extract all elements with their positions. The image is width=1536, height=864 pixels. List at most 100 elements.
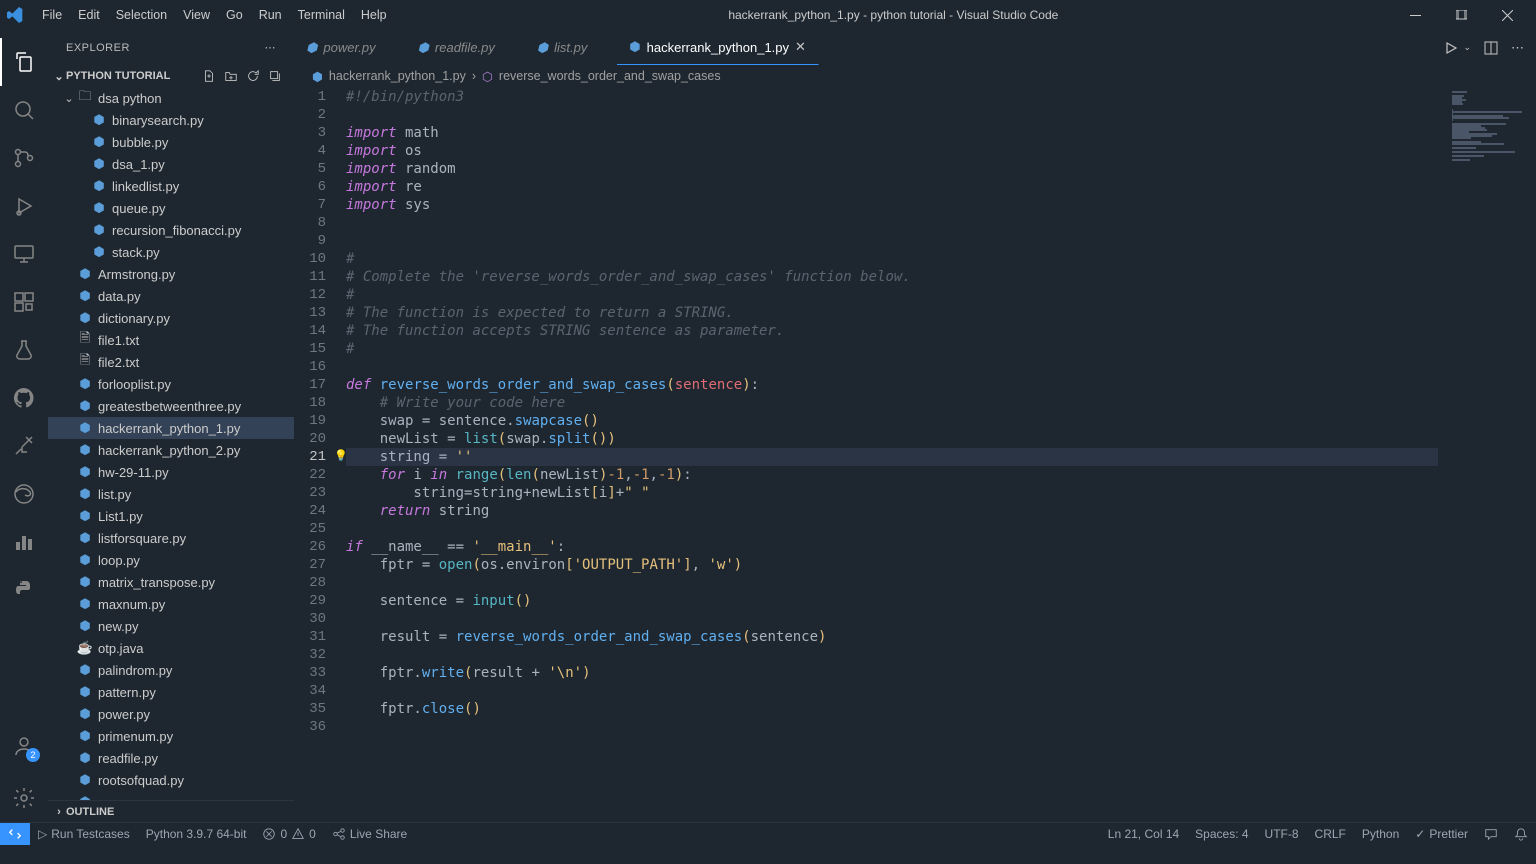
chart-icon[interactable] bbox=[0, 518, 48, 566]
feedback-icon[interactable] bbox=[1476, 827, 1506, 841]
file-item[interactable]: ⬢readfile.py bbox=[48, 747, 294, 769]
code-content[interactable]: #!/bin/python3 import mathimport osimpor… bbox=[346, 87, 1446, 822]
outline-section-header[interactable]: › OUTLINE bbox=[48, 800, 294, 822]
file-item[interactable]: ⬢loop.py bbox=[48, 549, 294, 571]
tab[interactable]: ⬢readfile.py✕ bbox=[406, 30, 525, 65]
share-icon[interactable] bbox=[0, 422, 48, 470]
file-item[interactable]: ⬢data.py bbox=[48, 285, 294, 307]
file-label: pattern.py bbox=[98, 685, 156, 700]
more-actions-icon[interactable]: ⋯ bbox=[1511, 40, 1524, 56]
file-item[interactable]: ⬢listforsquare.py bbox=[48, 527, 294, 549]
folder-section-header[interactable]: ⌄ PYTHON TUTORIAL bbox=[48, 65, 294, 87]
run-debug-icon[interactable] bbox=[0, 182, 48, 230]
menu-selection[interactable]: Selection bbox=[108, 4, 175, 26]
close-window-button[interactable] bbox=[1484, 0, 1530, 30]
tab[interactable]: ⬢list.py✕ bbox=[525, 30, 618, 65]
github-icon[interactable] bbox=[0, 374, 48, 422]
sidebar-more-icon[interactable]: ⋯ bbox=[265, 41, 277, 54]
prettier-status[interactable]: ✓ Prettier bbox=[1407, 827, 1476, 841]
notifications-icon[interactable] bbox=[1506, 827, 1536, 841]
eol[interactable]: CRLF bbox=[1307, 827, 1354, 841]
extensions-icon[interactable] bbox=[0, 278, 48, 326]
breadcrumb-file[interactable]: hackerrank_python_1.py bbox=[329, 69, 466, 83]
file-item[interactable]: ⬢primenum.py bbox=[48, 725, 294, 747]
file-item[interactable]: ⬢greatestbetweenthree.py bbox=[48, 395, 294, 417]
python-env-icon[interactable] bbox=[0, 566, 48, 614]
file-item[interactable]: ⬢hackerrank_python_1.py bbox=[48, 417, 294, 439]
menu-terminal[interactable]: Terminal bbox=[290, 4, 353, 26]
explorer-icon[interactable] bbox=[0, 38, 48, 86]
run-testcases-button[interactable]: ▷ Run Testcases bbox=[30, 827, 138, 841]
run-dropdown-icon[interactable]: ⌄ bbox=[1463, 42, 1471, 53]
encoding[interactable]: UTF-8 bbox=[1257, 827, 1307, 841]
new-file-icon[interactable] bbox=[200, 67, 218, 85]
tab-label: hackerrank_python_1.py bbox=[647, 40, 789, 55]
tab[interactable]: ⬢hackerrank_python_1.py✕ bbox=[617, 30, 819, 65]
tab[interactable]: ⬢power.py✕ bbox=[294, 30, 406, 65]
new-folder-icon[interactable] bbox=[222, 67, 240, 85]
file-item[interactable]: ⬢List1.py bbox=[48, 505, 294, 527]
editor-area: ⬢power.py✕⬢readfile.py✕⬢list.py✕⬢hackerr… bbox=[294, 30, 1536, 822]
menu-go[interactable]: Go bbox=[218, 4, 251, 26]
split-editor-icon[interactable] bbox=[1483, 40, 1499, 56]
menu-run[interactable]: Run bbox=[251, 4, 290, 26]
file-item[interactable]: ⬢list.py bbox=[48, 483, 294, 505]
maximize-button[interactable] bbox=[1438, 0, 1484, 30]
file-item[interactable]: ⬢hackerrank_python_2.py bbox=[48, 439, 294, 461]
problems-indicator[interactable]: 0 0 bbox=[254, 827, 323, 841]
file-item[interactable]: ⬢stack.py bbox=[48, 241, 294, 263]
breadcrumb-symbol[interactable]: reverse_words_order_and_swap_cases bbox=[499, 69, 721, 83]
file-item[interactable]: ⬢rootsofquad.py bbox=[48, 769, 294, 791]
refresh-icon[interactable] bbox=[244, 67, 262, 85]
file-item[interactable]: ⬢dictionary.py bbox=[48, 307, 294, 329]
file-label: hackerrank_python_2.py bbox=[98, 443, 240, 458]
settings-gear-icon[interactable] bbox=[0, 774, 48, 822]
py-file-icon: ⬢ bbox=[76, 266, 94, 282]
python-interpreter[interactable]: Python 3.9.7 64-bit bbox=[138, 827, 255, 841]
remote-indicator[interactable] bbox=[0, 823, 30, 845]
file-item[interactable]: ⬢maxnum.py bbox=[48, 593, 294, 615]
file-item[interactable]: ⬢new.py bbox=[48, 615, 294, 637]
file-item[interactable]: ⬢hw-29-11.py bbox=[48, 461, 294, 483]
file-item[interactable]: ☕otp.java bbox=[48, 637, 294, 659]
close-tab-icon[interactable]: ✕ bbox=[795, 39, 806, 55]
file-item[interactable]: ⬢queue.py bbox=[48, 197, 294, 219]
indentation[interactable]: Spaces: 4 bbox=[1187, 827, 1256, 841]
file-item[interactable]: ⬢pattern.py bbox=[48, 681, 294, 703]
file-item[interactable]: 🗎file2.txt bbox=[48, 351, 294, 373]
file-item[interactable]: ⬢dsa_1.py bbox=[48, 153, 294, 175]
breadcrumb[interactable]: ⬢ hackerrank_python_1.py › ⬡ reverse_wor… bbox=[294, 65, 1536, 87]
language-mode[interactable]: Python bbox=[1354, 827, 1407, 841]
code-editor[interactable]: 1234567891011121314151617181920212223242… bbox=[294, 87, 1536, 822]
status-bar: ▷ Run Testcases Python 3.9.7 64-bit 0 0 … bbox=[0, 822, 1536, 844]
file-item[interactable]: ⬢recursion_fibonacci.py bbox=[48, 219, 294, 241]
edge-icon[interactable] bbox=[0, 470, 48, 518]
file-item[interactable]: 🗎file1.txt bbox=[48, 329, 294, 351]
folder-dsa-python[interactable]: ⌄ 🗀 dsa python bbox=[48, 87, 294, 109]
testing-icon[interactable] bbox=[0, 326, 48, 374]
file-item[interactable]: ⬢Armstrong.py bbox=[48, 263, 294, 285]
file-item[interactable]: ⬢binarysearch.py bbox=[48, 109, 294, 131]
menu-edit[interactable]: Edit bbox=[70, 4, 108, 26]
file-tree[interactable]: ⌄ 🗀 dsa python ⬢binarysearch.py⬢bubble.p… bbox=[48, 87, 294, 800]
file-item[interactable]: ⬢bubble.py bbox=[48, 131, 294, 153]
menu-help[interactable]: Help bbox=[353, 4, 395, 26]
accounts-icon[interactable]: 2 bbox=[0, 722, 48, 770]
collapse-all-icon[interactable] bbox=[266, 67, 284, 85]
file-item[interactable]: ⬢linkedlist.py bbox=[48, 175, 294, 197]
file-item[interactable]: ⬢power.py bbox=[48, 703, 294, 725]
remote-explorer-icon[interactable] bbox=[0, 230, 48, 278]
file-item[interactable]: ⬢palindrom.py bbox=[48, 659, 294, 681]
menu-view[interactable]: View bbox=[175, 4, 218, 26]
source-control-icon[interactable] bbox=[0, 134, 48, 182]
file-item[interactable]: ⬢forlooplist.py bbox=[48, 373, 294, 395]
minimap[interactable] bbox=[1446, 87, 1536, 822]
file-item[interactable]: ⬢matrix_transpose.py bbox=[48, 571, 294, 593]
run-icon[interactable] bbox=[1443, 40, 1459, 56]
cursor-position[interactable]: Ln 21, Col 14 bbox=[1100, 827, 1187, 841]
minimize-button[interactable] bbox=[1392, 0, 1438, 30]
live-share-button[interactable]: Live Share bbox=[324, 827, 415, 841]
file-item[interactable]: ⬢sum.py bbox=[48, 791, 294, 800]
menu-file[interactable]: File bbox=[34, 4, 70, 26]
search-icon[interactable] bbox=[0, 86, 48, 134]
